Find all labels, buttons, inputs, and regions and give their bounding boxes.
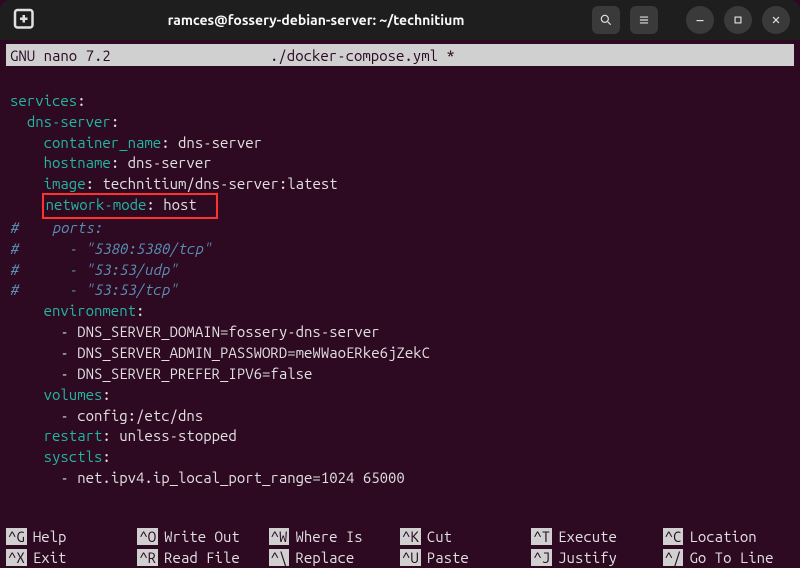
code-line: # - "53:53/udp" [10, 261, 178, 278]
code-line: # ports: [10, 219, 102, 236]
new-tab-button[interactable] [10, 5, 40, 35]
nano-shortcuts-bar: ^GHelp ^OWrite Out ^WWhere Is ^KCut ^TEx… [0, 526, 800, 568]
nano-file-label: ./docker-compose.yml * [270, 47, 790, 64]
code-line: sysctls [44, 448, 103, 465]
code-line: restart [44, 427, 103, 444]
maximize-button[interactable] [724, 6, 752, 34]
minimize-button[interactable] [686, 6, 714, 34]
code-line: hostname [44, 154, 111, 171]
code-line: # - "5380:5380/tcp" [10, 240, 212, 257]
close-button[interactable] [762, 6, 790, 34]
shortcut-execute: ^TExecute [531, 526, 662, 547]
code-line: DNS_SERVER_DOMAIN=fossery-dns-server [77, 323, 379, 340]
shortcut-where-is: ^WWhere Is [269, 526, 400, 547]
code-line: environment [44, 302, 136, 319]
shortcut-read-file: ^RRead File [137, 547, 268, 568]
editor-content[interactable]: services: dns-server: container_name: dn… [0, 66, 800, 489]
highlighted-line: network-mode: host [42, 193, 218, 219]
code-line: services [10, 92, 77, 109]
nano-header-bar: GNU nano 7.2 ./docker-compose.yml * [6, 44, 794, 66]
code-line: DNS_SERVER_PREFER_IPV6=false [77, 365, 312, 382]
code-line: # - "53:53/tcp" [10, 281, 178, 298]
shortcut-replace: ^\Replace [269, 547, 400, 568]
window-title: ramces@fossery-debian-server: ~/techniti… [40, 12, 592, 28]
shortcut-cut: ^KCut [400, 526, 531, 547]
nano-app-label: GNU nano 7.2 [10, 47, 270, 64]
shortcut-location: ^CLocation [663, 526, 794, 547]
code-line: image [44, 175, 86, 192]
code-line: net.ipv4.ip_local_port_range=1024 65000 [77, 469, 405, 486]
shortcut-paste: ^UPaste [400, 547, 531, 568]
shortcut-go-to-line: ^/Go To Line [663, 547, 794, 568]
code-line: config:/etc/dns [77, 407, 203, 424]
code-line: volumes [44, 386, 103, 403]
code-line: dns-server [27, 113, 111, 130]
search-button[interactable] [592, 6, 620, 34]
window-titlebar: ramces@fossery-debian-server: ~/techniti… [0, 0, 800, 40]
code-line: container_name [44, 134, 162, 151]
shortcut-help: ^GHelp [6, 526, 137, 547]
shortcut-exit: ^XExit [6, 547, 137, 568]
shortcut-justify: ^JJustify [531, 547, 662, 568]
menu-button[interactable] [630, 6, 658, 34]
shortcut-write-out: ^OWrite Out [137, 526, 268, 547]
code-line: DNS_SERVER_ADMIN_PASSWORD=meWWaoERke6jZe… [77, 344, 430, 361]
